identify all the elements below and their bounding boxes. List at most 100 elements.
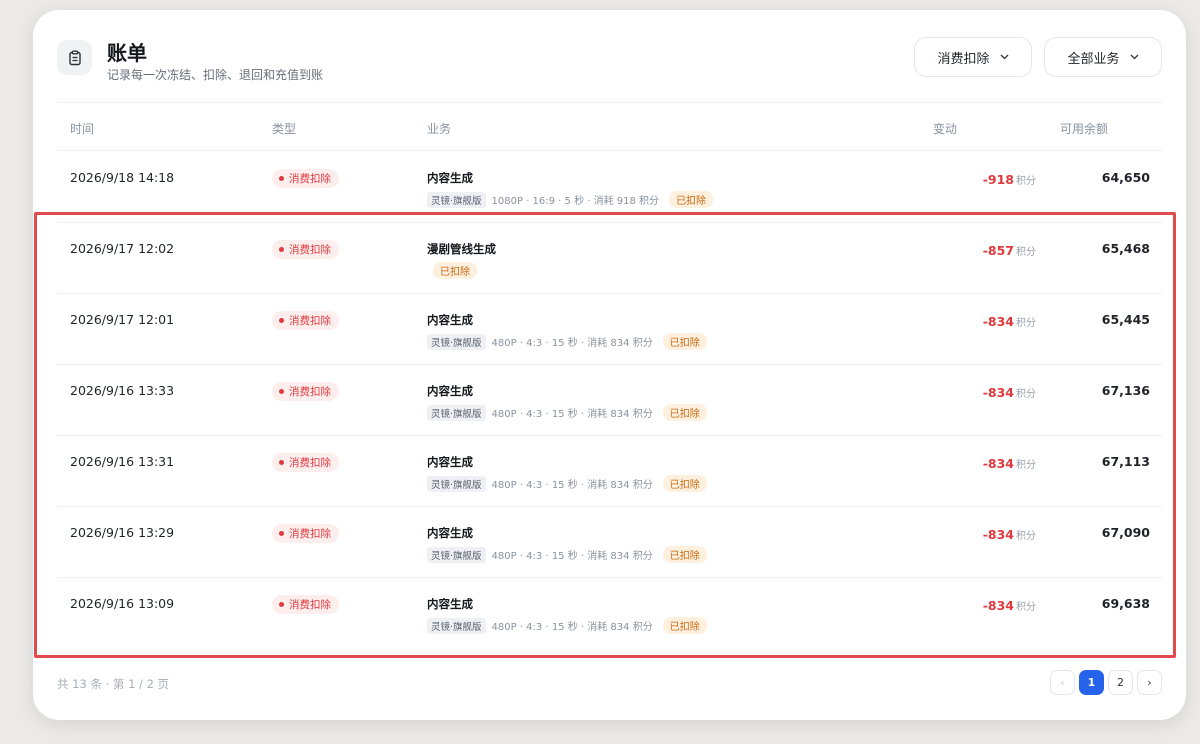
- status-badge: 已扣除: [662, 546, 707, 563]
- business-detail: 480P · 4:3 · 15 秒 · 消耗 834 积分: [491, 551, 653, 562]
- status-dot: [279, 602, 284, 607]
- balance-value: 69,638: [1101, 596, 1150, 611]
- change-unit: 积分: [1016, 531, 1036, 542]
- change-amount: -834: [982, 527, 1014, 542]
- change-cell: -834 积分: [983, 311, 1036, 330]
- table-footer: 共 13 条 · 第 1 / 2 页 ‹ 1 2 ›: [57, 670, 1162, 700]
- column-header-balance: 可用余额: [1060, 122, 1109, 136]
- business-title: 内容生成: [427, 313, 473, 327]
- business-cell: 内容生成 灵镜·旗舰版 480P · 4:3 · 15 秒 · 消耗 834 积…: [427, 383, 707, 421]
- model-tag: 灵镜·旗舰版: [427, 546, 486, 563]
- business-title: 内容生成: [427, 526, 473, 540]
- status-badge: 已扣除: [662, 475, 707, 492]
- column-header-change: 变动: [933, 122, 958, 136]
- balance-value: 67,136: [1101, 383, 1150, 398]
- business-meta: 灵镜·旗舰版 480P · 4:3 · 15 秒 · 消耗 834 积分 已扣除: [427, 475, 707, 492]
- business-detail: 480P · 4:3 · 15 秒 · 消耗 834 积分: [491, 480, 653, 491]
- status-badge: 已扣除: [662, 404, 707, 421]
- business-cell: 内容生成 灵镜·旗舰版 1080P · 16:9 · 5 秒 · 消耗 918 …: [427, 170, 714, 208]
- type-label: 消费扣除: [289, 528, 331, 540]
- business-meta: 已扣除: [427, 262, 496, 279]
- business-title: 内容生成: [427, 171, 473, 185]
- change-amount: -834: [982, 456, 1014, 471]
- business-cell: 内容生成 灵镜·旗舰版 480P · 4:3 · 15 秒 · 消耗 834 积…: [427, 596, 707, 634]
- table-row[interactable]: 2026/9/16 13:09 消费扣除 内容生成 灵镜·旗舰版 480P · …: [57, 578, 1162, 649]
- status-badge: 已扣除: [662, 333, 707, 350]
- business-cell: 漫剧管线生成 已扣除: [427, 241, 496, 279]
- business-detail: 480P · 4:3 · 15 秒 · 消耗 834 积分: [491, 622, 653, 633]
- row-time: 2026/9/16 13:29: [70, 525, 175, 540]
- status-badge: 已扣除: [669, 191, 714, 208]
- balance-value: 65,445: [1101, 312, 1150, 327]
- change-cell: -918 积分: [983, 169, 1036, 188]
- business-filter-dropdown[interactable]: 全部业务: [1044, 37, 1162, 77]
- page-header: 账单 记录每一次冻结、扣除、退回和充值到账 消费扣除 全部业务: [57, 36, 1162, 92]
- type-badge: 消费扣除: [272, 311, 339, 330]
- change-unit: 积分: [1016, 602, 1036, 613]
- table-row[interactable]: 2026/9/18 14:18 消费扣除 内容生成 灵镜·旗舰版 1080P ·…: [57, 152, 1162, 223]
- business-meta: 灵镜·旗舰版 480P · 4:3 · 15 秒 · 消耗 834 积分 已扣除: [427, 617, 707, 634]
- page-title: 账单: [107, 41, 147, 65]
- type-label: 消费扣除: [289, 315, 331, 327]
- page-button-1[interactable]: 1: [1079, 670, 1104, 695]
- business-cell: 内容生成 灵镜·旗舰版 480P · 4:3 · 15 秒 · 消耗 834 积…: [427, 525, 707, 563]
- row-time: 2026/9/17 12:02: [70, 241, 175, 256]
- change-cell: -857 积分: [983, 240, 1036, 259]
- balance-value: 64,650: [1101, 170, 1150, 185]
- row-time: 2026/9/18 14:18: [70, 170, 175, 185]
- type-badge: 消费扣除: [272, 595, 339, 614]
- business-title: 内容生成: [427, 597, 473, 611]
- business-meta: 灵镜·旗舰版 480P · 4:3 · 15 秒 · 消耗 834 积分 已扣除: [427, 404, 707, 421]
- type-label: 消费扣除: [289, 457, 331, 469]
- status-dot: [279, 176, 284, 181]
- type-filter-dropdown[interactable]: 消费扣除: [914, 37, 1032, 77]
- row-time: 2026/9/17 12:01: [70, 312, 175, 327]
- table-row[interactable]: 2026/9/16 13:29 消费扣除 内容生成 灵镜·旗舰版 480P · …: [57, 507, 1162, 578]
- change-amount: -834: [982, 598, 1014, 613]
- change-amount: -918: [982, 172, 1014, 187]
- page-button-2[interactable]: 2: [1108, 670, 1133, 695]
- column-header-business: 业务: [427, 122, 452, 136]
- status-badge: 已扣除: [433, 262, 477, 279]
- model-tag: 灵镜·旗舰版: [427, 475, 486, 492]
- business-title: 漫剧管线生成: [427, 242, 496, 256]
- type-badge: 消费扣除: [272, 524, 339, 543]
- status-dot: [279, 531, 284, 536]
- model-tag: 灵镜·旗舰版: [427, 333, 486, 350]
- type-label: 消费扣除: [289, 244, 331, 256]
- table-row[interactable]: 2026/9/16 13:31 消费扣除 内容生成 灵镜·旗舰版 480P · …: [57, 436, 1162, 507]
- business-meta: 灵镜·旗舰版 1080P · 16:9 · 5 秒 · 消耗 918 积分 已扣…: [427, 191, 714, 208]
- business-meta: 灵镜·旗舰版 480P · 4:3 · 15 秒 · 消耗 834 积分 已扣除: [427, 333, 707, 350]
- status-dot: [279, 389, 284, 394]
- business-detail: 1080P · 16:9 · 5 秒 · 消耗 918 积分: [491, 196, 660, 207]
- row-time: 2026/9/16 13:31: [70, 454, 175, 469]
- type-badge: 消费扣除: [272, 240, 339, 259]
- type-label: 消费扣除: [289, 173, 331, 185]
- balance-value: 67,113: [1101, 454, 1150, 469]
- prev-page-button[interactable]: ‹: [1050, 670, 1075, 695]
- change-unit: 积分: [1016, 460, 1036, 471]
- table-row[interactable]: 2026/9/17 12:02 消费扣除 漫剧管线生成 已扣除 -857 积分 6…: [57, 223, 1162, 294]
- business-filter-label: 全部业务: [1067, 51, 1120, 67]
- type-filter-label: 消费扣除: [937, 51, 990, 67]
- status-dot: [279, 247, 284, 252]
- type-badge: 消费扣除: [272, 382, 339, 401]
- billing-card: 账单 记录每一次冻结、扣除、退回和充值到账 消费扣除 全部业务 时间 类型 业务…: [33, 10, 1186, 720]
- type-badge: 消费扣除: [272, 453, 339, 472]
- change-cell: -834 积分: [983, 524, 1036, 543]
- column-header-type: 类型: [272, 122, 297, 136]
- change-unit: 积分: [1016, 389, 1036, 400]
- change-unit: 积分: [1016, 176, 1036, 187]
- next-page-button[interactable]: ›: [1137, 670, 1162, 695]
- status-dot: [279, 460, 284, 465]
- row-time: 2026/9/16 13:33: [70, 383, 175, 398]
- row-time: 2026/9/16 13:09: [70, 596, 175, 611]
- balance-value: 65,468: [1101, 241, 1150, 256]
- change-amount: -857: [982, 243, 1014, 258]
- table-row[interactable]: 2026/9/16 13:33 消费扣除 内容生成 灵镜·旗舰版 480P · …: [57, 365, 1162, 436]
- pagination: ‹ 1 2 ›: [1050, 670, 1162, 695]
- type-badge: 消费扣除: [272, 169, 339, 188]
- chevron-down-icon: [1000, 52, 1009, 63]
- table-row[interactable]: 2026/9/17 12:01 消费扣除 内容生成 灵镜·旗舰版 480P · …: [57, 294, 1162, 365]
- clipboard-icon: [57, 40, 92, 75]
